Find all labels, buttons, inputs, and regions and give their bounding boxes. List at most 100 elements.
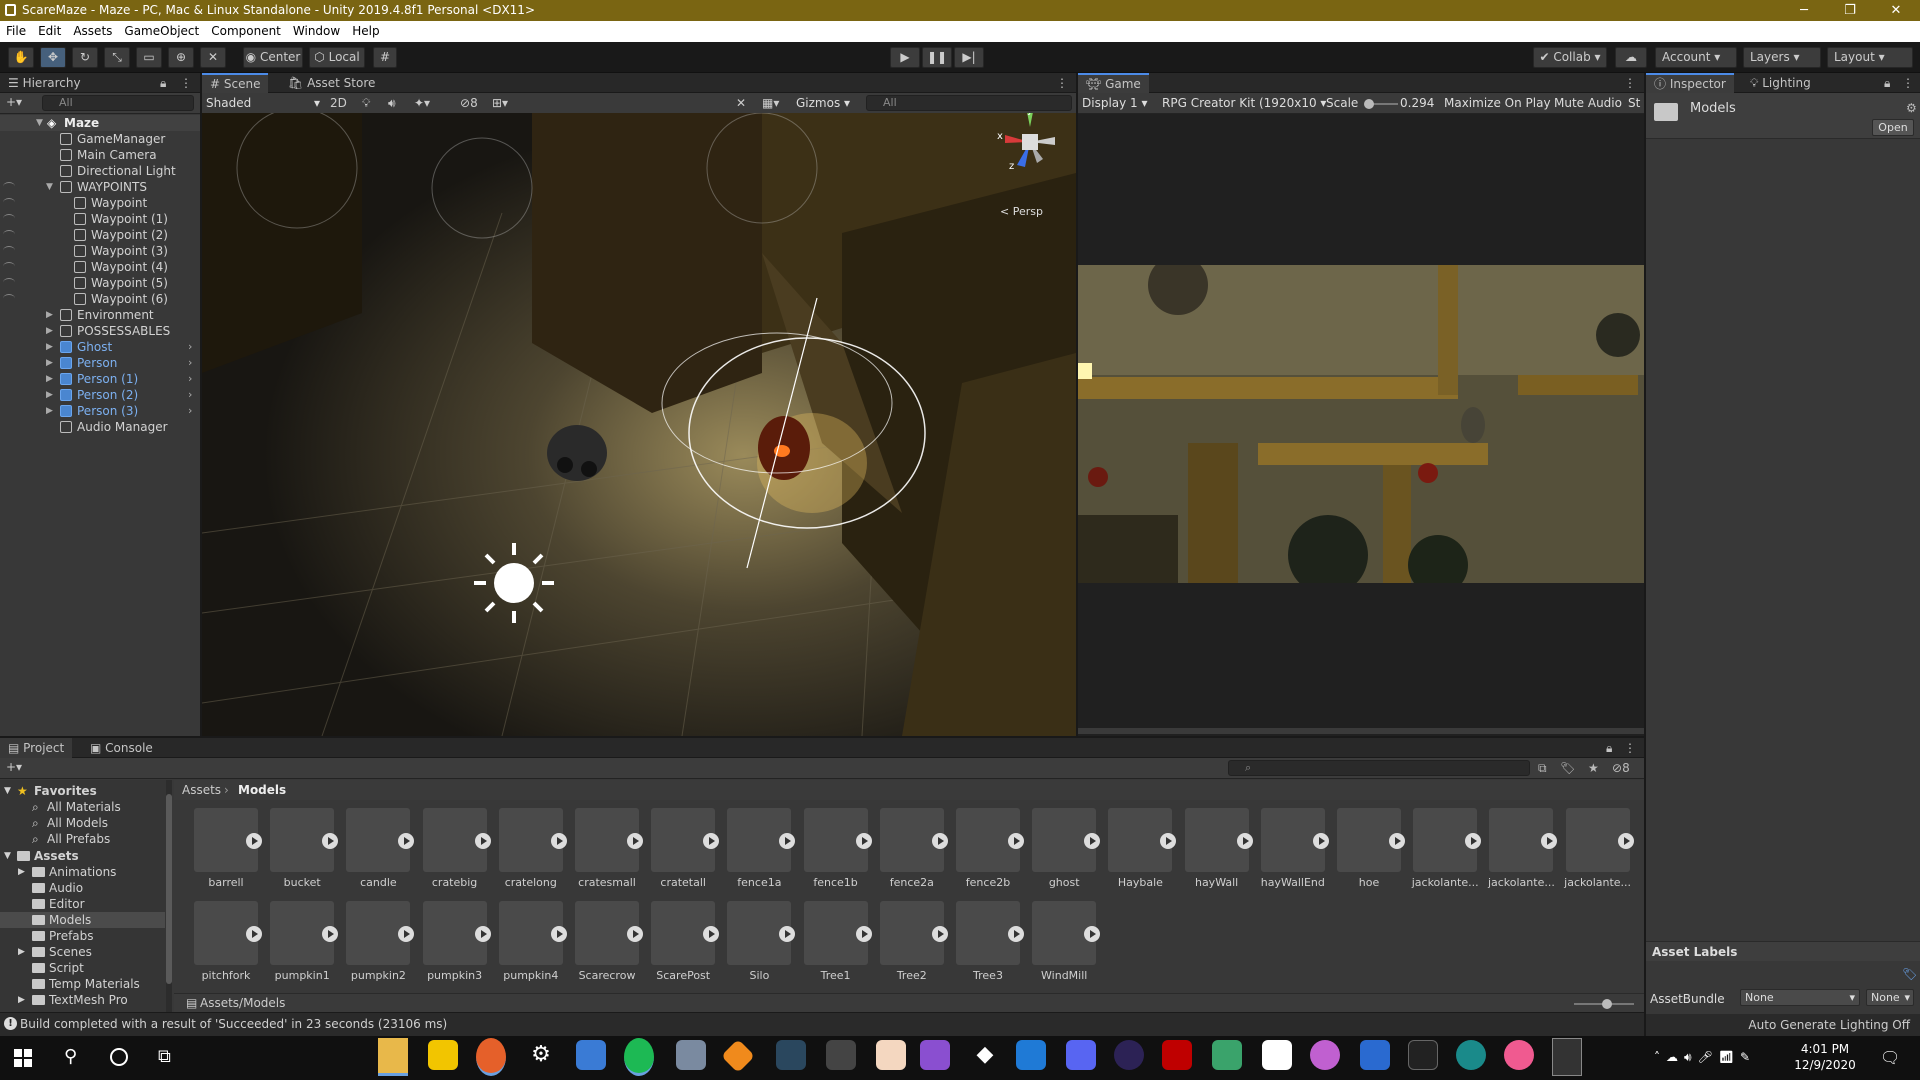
menu-help[interactable]: Help xyxy=(346,21,385,38)
open-button[interactable]: Open xyxy=(1872,119,1914,136)
eclipse-icon[interactable] xyxy=(1114,1040,1144,1070)
folder-item[interactable]: Models xyxy=(0,912,165,928)
asset-tile[interactable]: candle xyxy=(340,808,416,900)
favorites-arrow-icon[interactable]: ▼ xyxy=(4,783,11,799)
sticky-notes-icon[interactable] xyxy=(428,1040,458,1070)
visibility-eye-icon[interactable] xyxy=(3,246,15,255)
gitkraken-icon[interactable] xyxy=(1456,1040,1486,1070)
hierarchy-item[interactable]: Waypoint (1) xyxy=(0,211,200,227)
hidden-objects-toggle[interactable]: ⊘8 xyxy=(460,96,478,110)
layers-dropdown[interactable]: Layers ▾ xyxy=(1743,47,1821,68)
expand-model-icon[interactable] xyxy=(246,926,262,942)
scene-more-icon[interactable]: ⋮ xyxy=(1056,73,1068,93)
menu-component[interactable]: Component xyxy=(205,21,287,38)
tree-scrollbar-thumb[interactable] xyxy=(166,794,172,984)
hierarchy-item[interactable]: GameManager xyxy=(0,131,200,147)
visual-studio-icon[interactable] xyxy=(920,1040,950,1070)
asset-tile[interactable]: pumpkin2 xyxy=(340,901,416,993)
rotate-tool-icon[interactable]: ↻ xyxy=(72,47,98,68)
epic-games-icon[interactable] xyxy=(1408,1040,1438,1070)
menu-window[interactable]: Window xyxy=(287,21,346,38)
visibility-eye-icon[interactable] xyxy=(3,198,15,207)
notion-icon[interactable] xyxy=(1262,1040,1292,1070)
expand-arrow-icon[interactable]: ▶ xyxy=(46,323,53,339)
assetbundle-dropdown[interactable]: None ▾ xyxy=(1740,989,1860,1006)
task-view-icon[interactable]: ⧉ xyxy=(158,1046,171,1067)
prefab-chevron-icon[interactable]: › xyxy=(188,371,192,387)
account-dropdown[interactable]: Account ▾ xyxy=(1655,47,1737,68)
expand-model-icon[interactable] xyxy=(703,926,720,942)
expand-model-icon[interactable] xyxy=(322,833,339,849)
steam-icon[interactable] xyxy=(776,1040,806,1070)
expand-model-icon[interactable] xyxy=(474,833,491,849)
hierarchy-item[interactable]: Waypoint (5) xyxy=(0,275,200,291)
clock-date[interactable]: 12/9/2020 xyxy=(1790,1058,1860,1072)
expand-model-icon[interactable] xyxy=(1389,833,1405,849)
visibility-eye-icon[interactable] xyxy=(3,278,15,287)
gizmos-dropdown[interactable]: Gizmos ▾ xyxy=(796,96,850,110)
expand-arrow-icon[interactable]: ▶ xyxy=(46,403,53,419)
search-icon[interactable]: ⚲ xyxy=(64,1046,77,1067)
blender-icon[interactable] xyxy=(826,1040,856,1070)
expand-model-icon[interactable] xyxy=(398,926,415,942)
hierarchy-item[interactable]: ▶ Person (2) › xyxy=(0,387,200,403)
effects-toggle-icon[interactable]: ✦▾ xyxy=(414,96,430,110)
favorite-item[interactable]: ⌕ All Materials xyxy=(0,799,165,815)
project-lock-icon[interactable]: 🔒︎ xyxy=(1606,738,1612,758)
asset-tile[interactable]: Silo xyxy=(721,901,797,993)
discord-icon[interactable] xyxy=(1066,1040,1096,1070)
hierarchy-item[interactable]: ▶ POSSESSABLES xyxy=(0,323,200,339)
favorites-star-icon[interactable]: ★ xyxy=(1588,761,1599,775)
display-dropdown[interactable]: Display 1 ▾ xyxy=(1082,96,1148,110)
tools-icon[interactable]: ✕ xyxy=(736,96,746,110)
cortana-icon[interactable] xyxy=(110,1048,128,1066)
folder-expand-icon[interactable]: ▶ xyxy=(18,864,25,880)
expand-arrow-icon[interactable]: ▼ xyxy=(46,179,53,195)
breadcrumb-models[interactable]: Models xyxy=(238,783,286,797)
folder-item[interactable]: Prefabs xyxy=(0,928,165,944)
pivot-center-button[interactable]: ◉ Center xyxy=(243,47,303,68)
menu-edit[interactable]: Edit xyxy=(32,21,67,38)
create-button[interactable]: +▾ xyxy=(6,95,22,109)
asset-tile[interactable]: cratetall xyxy=(645,808,721,900)
filezilla-icon[interactable] xyxy=(1162,1040,1192,1070)
expand-model-icon[interactable] xyxy=(322,926,339,942)
settings-icon[interactable]: ⚙ xyxy=(1906,101,1917,115)
expand-model-icon[interactable] xyxy=(1084,833,1101,849)
expand-model-icon[interactable] xyxy=(1465,833,1482,849)
asset-tile[interactable]: barrell xyxy=(188,808,264,900)
tab-hierarchy[interactable]: ☰ Hierarchy xyxy=(0,73,89,93)
assets-arrow-icon[interactable]: ▼ xyxy=(4,848,11,864)
spotify-icon[interactable] xyxy=(624,1038,654,1076)
project-more-icon[interactable]: ⋮ xyxy=(1624,738,1636,758)
project-search-input[interactable]: ⌕ xyxy=(1228,760,1530,776)
folder-item[interactable]: ▶ Scenes xyxy=(0,944,165,960)
game-more-icon[interactable]: ⋮ xyxy=(1624,73,1636,93)
expand-model-icon[interactable] xyxy=(1236,833,1253,849)
expand-model-icon[interactable] xyxy=(703,833,720,849)
asset-tile[interactable]: jackolante... xyxy=(1407,808,1483,900)
asset-tile[interactable]: hayWallEnd xyxy=(1255,808,1331,900)
assets-header[interactable]: ▼ Assets xyxy=(0,848,165,864)
game-scrollbar[interactable] xyxy=(1078,728,1644,734)
search-by-type-icon[interactable]: ⧉ xyxy=(1538,761,1547,776)
settings-gear-icon[interactable]: ⚙ xyxy=(526,1040,556,1070)
layout-dropdown[interactable]: Layout ▾ xyxy=(1827,47,1913,68)
thumbnail-size-slider[interactable] xyxy=(1574,999,1634,1009)
lock-icon[interactable]: 🔒︎ xyxy=(160,73,166,93)
expand-model-icon[interactable] xyxy=(550,833,567,849)
unity-hub-icon[interactable]: ◆ xyxy=(970,1040,1000,1070)
prefab-chevron-icon[interactable]: › xyxy=(188,403,192,419)
asset-tile[interactable]: jackolante... xyxy=(1560,808,1636,900)
mute-audio-toggle[interactable]: Mute Audio xyxy=(1554,96,1622,110)
hierarchy-item[interactable]: Main Camera xyxy=(0,147,200,163)
move-tool-icon[interactable]: ✥ xyxy=(40,47,66,68)
tab-inspector[interactable]: ⓘ Inspector xyxy=(1646,73,1734,93)
expand-model-icon[interactable] xyxy=(1312,833,1329,849)
prefab-chevron-icon[interactable]: › xyxy=(188,339,192,355)
expand-model-icon[interactable] xyxy=(931,926,948,942)
asset-tile[interactable]: pumpkin4 xyxy=(493,901,569,993)
expand-model-icon[interactable] xyxy=(1541,833,1558,849)
asset-tile[interactable]: WindMill xyxy=(1026,901,1102,993)
asset-tile[interactable]: ghost xyxy=(1026,808,1102,900)
